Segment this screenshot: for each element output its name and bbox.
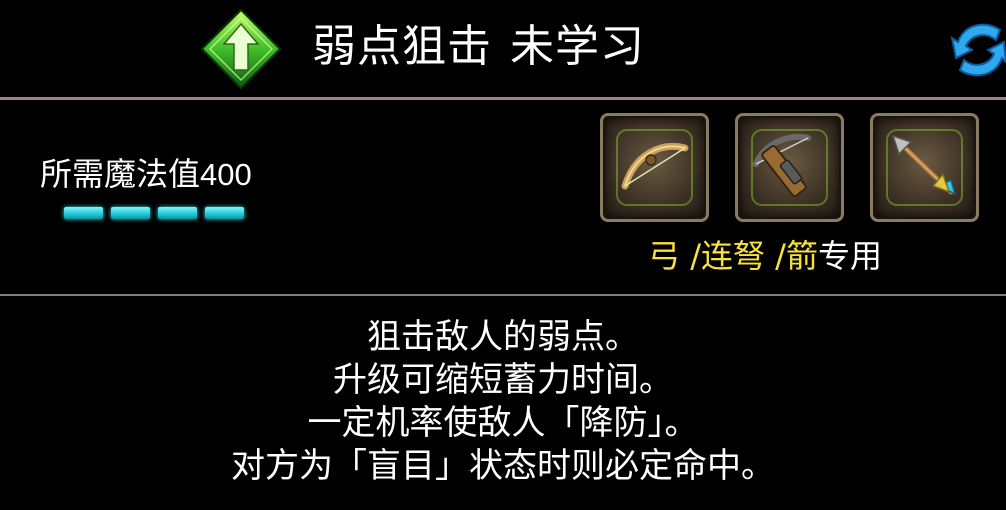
weapon-slot-bow[interactable] bbox=[600, 113, 709, 222]
mp-cost-value: 400 bbox=[200, 157, 252, 192]
arrow-icon bbox=[886, 129, 963, 206]
crossbow-icon bbox=[751, 129, 828, 206]
separator: / bbox=[680, 237, 701, 275]
mp-cost: 所需魔法值400 bbox=[40, 152, 252, 197]
exclusive-suffix: 专用 bbox=[817, 237, 882, 275]
description-line: 升级可缩短蓄力时间。 bbox=[333, 360, 673, 400]
mp-level-bar bbox=[64, 207, 244, 219]
separator: / bbox=[764, 237, 786, 275]
weapon-slot-crossbow[interactable] bbox=[735, 113, 844, 222]
weapon-restriction: 弓 /连弩 /箭专用 bbox=[648, 232, 882, 280]
mp-bar-segment bbox=[64, 207, 103, 219]
description-line: 一定机率使敌人「降防」。 bbox=[307, 403, 699, 443]
skill-description: 狙击敌人的弱点。 升级可缩短蓄力时间。 一定机率使敌人「降防」。 对方为「盲目」… bbox=[0, 316, 1006, 488]
weapon-crossbow-label: 连弩 bbox=[700, 237, 765, 275]
section-divider bbox=[0, 294, 1006, 296]
weapon-slot-arrow[interactable] bbox=[870, 113, 979, 222]
description-line: 狙击敌人的弱点。 bbox=[367, 317, 639, 357]
green-up-arrow-icon bbox=[200, 8, 282, 90]
mp-bar-segment bbox=[205, 207, 244, 219]
skill-header: 弱点狙击 未学习 bbox=[0, 0, 1006, 98]
weapon-bow-label: 弓 bbox=[648, 237, 681, 275]
bow-icon bbox=[616, 129, 693, 206]
mp-bar-segment bbox=[111, 207, 150, 219]
header-divider bbox=[0, 97, 1006, 100]
skill-title: 弱点狙击 未学习 bbox=[312, 14, 645, 80]
weapon-arrow-label: 箭 bbox=[785, 237, 818, 275]
mp-bar-segment bbox=[158, 207, 197, 219]
learn-status: 未学习 bbox=[510, 21, 645, 72]
description-line: 对方为「盲目」状态时则必定命中。 bbox=[231, 446, 775, 486]
skill-name: 弱点狙击 bbox=[312, 21, 492, 72]
blue-refresh-icon[interactable] bbox=[950, 18, 1006, 82]
mp-cost-label: 所需魔法值 bbox=[40, 155, 201, 193]
